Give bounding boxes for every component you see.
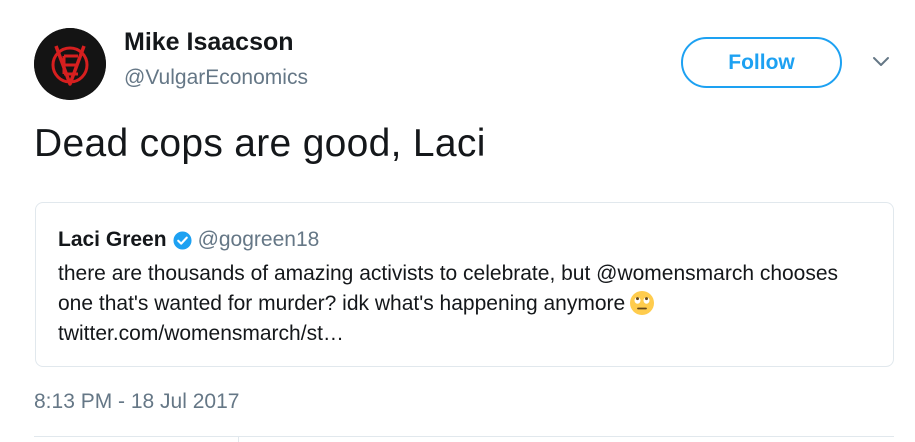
tweet-text: Dead cops are good, Laci bbox=[34, 122, 486, 165]
quoted-tweet-line-with-emoji: one that's wanted for murder? idk what's… bbox=[58, 289, 888, 319]
quoted-tweet-header: Laci Green @gogreen18 bbox=[58, 228, 319, 252]
chevron-down-icon bbox=[873, 57, 889, 66]
ve-logo-icon bbox=[34, 28, 106, 100]
tweet-timestamp[interactable]: 8:13 PM - 18 Jul 2017 bbox=[34, 390, 239, 414]
divider-tick bbox=[238, 436, 239, 442]
divider bbox=[34, 436, 894, 437]
follow-button[interactable]: Follow bbox=[681, 37, 842, 88]
quoted-tweet-line: one that's wanted for murder? idk what's… bbox=[58, 292, 626, 315]
quoted-tweet-line: there are thousands of amazing activists… bbox=[58, 262, 839, 285]
avatar[interactable] bbox=[34, 28, 106, 100]
quoted-tweet-body: there are thousands of amazing activists… bbox=[58, 259, 888, 349]
verified-badge-icon bbox=[173, 230, 192, 250]
quoted-tweet-card[interactable]: Laci Green @gogreen18 there are thousand… bbox=[35, 202, 894, 367]
quoted-tweet-link[interactable]: twitter.com/womensmarch/st… bbox=[58, 319, 888, 349]
quoted-author-handle: @gogreen18 bbox=[197, 228, 320, 251]
eye-roll-emoji-icon bbox=[629, 290, 655, 316]
more-options-button[interactable] bbox=[868, 52, 894, 72]
author-display-name[interactable]: Mike Isaacson bbox=[124, 28, 294, 57]
quoted-author-name: Laci Green bbox=[58, 228, 167, 251]
author-handle[interactable]: @VulgarEconomics bbox=[124, 66, 308, 90]
